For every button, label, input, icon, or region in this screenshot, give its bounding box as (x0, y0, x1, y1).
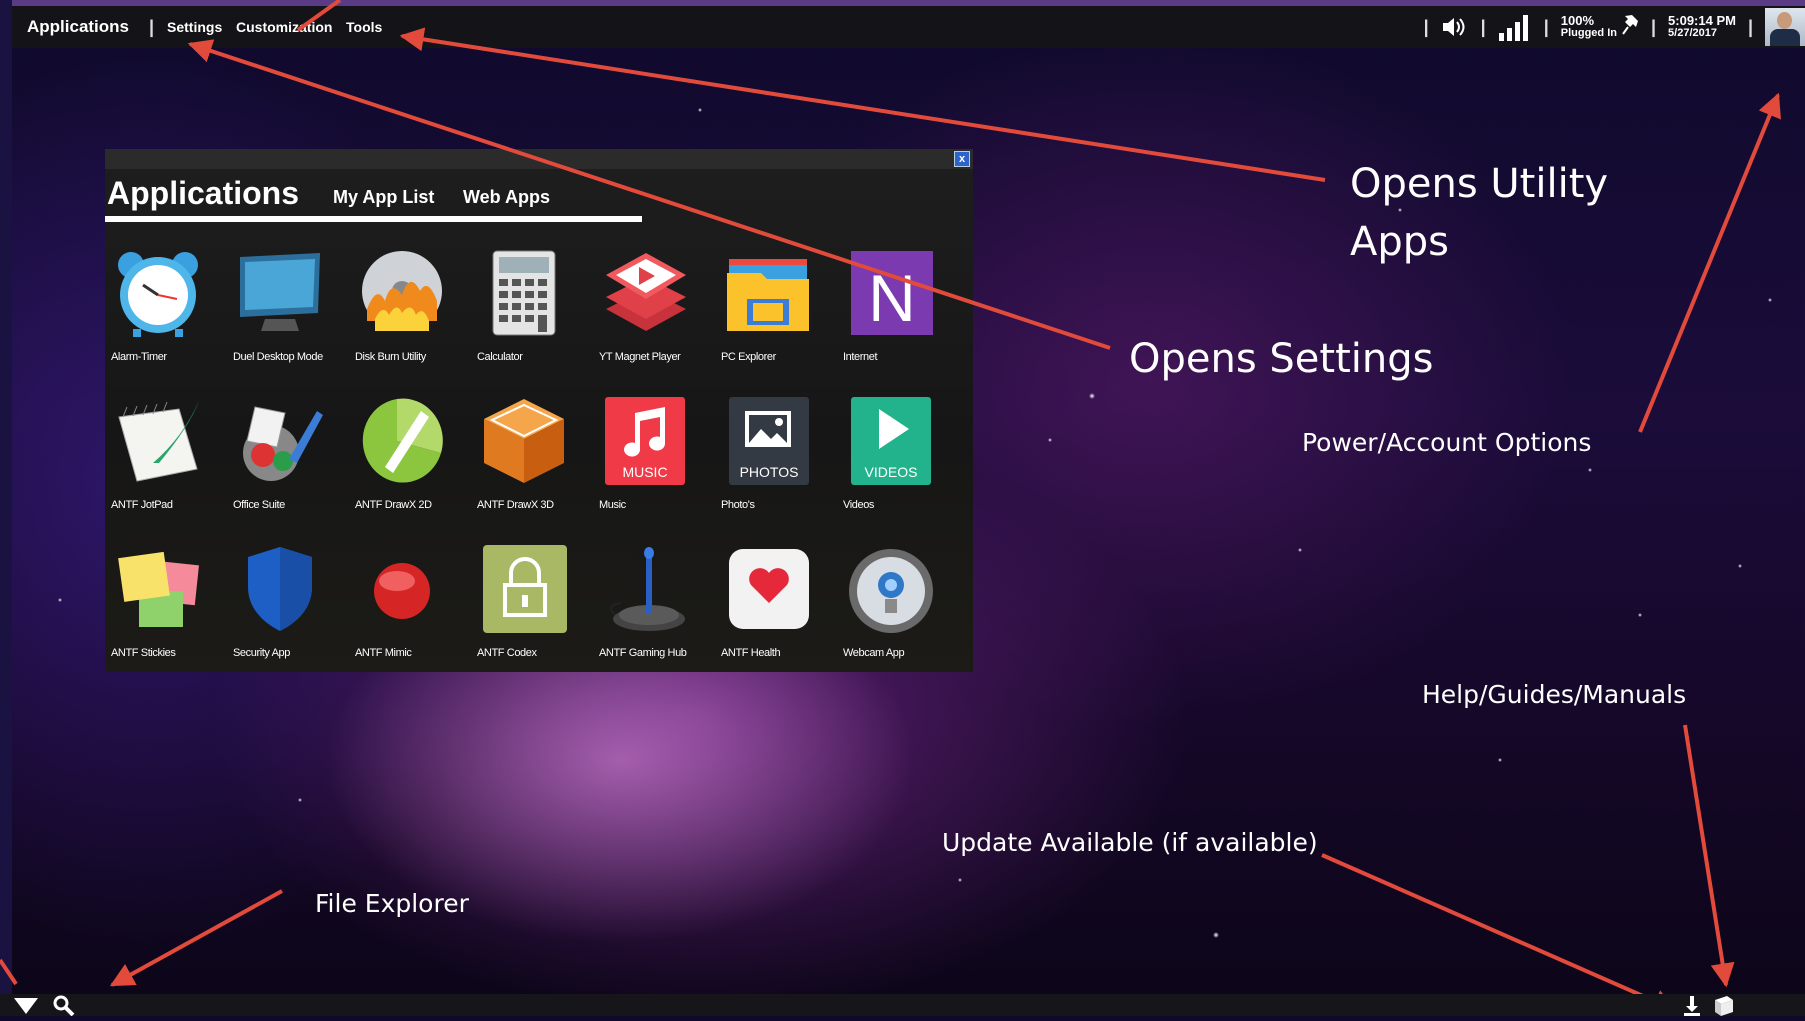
help-book-icon[interactable] (1712, 994, 1736, 1016)
annotation-utility-apps: Opens Utility Apps (1350, 155, 1608, 271)
download-update-icon[interactable] (1680, 994, 1704, 1016)
annotation-help-guides: Help/Guides/Manuals (1422, 680, 1687, 709)
annotation-arrows (0, 0, 1781, 1013)
bottom-taskbar (0, 994, 1805, 1017)
annotation-file-explorer: File Explorer (315, 889, 469, 918)
annotation-opens-settings: Opens Settings (1129, 336, 1434, 382)
triangle-down-icon[interactable] (14, 994, 38, 1016)
search-icon[interactable] (52, 994, 76, 1017)
annotation-utility-line2: Apps (1350, 219, 1449, 265)
annotation-utility-line1: Opens Utility (1350, 161, 1609, 207)
annotation-update-available: Update Available (if available) (942, 828, 1318, 857)
annotation-power-account: Power/Account Options (1302, 428, 1592, 457)
